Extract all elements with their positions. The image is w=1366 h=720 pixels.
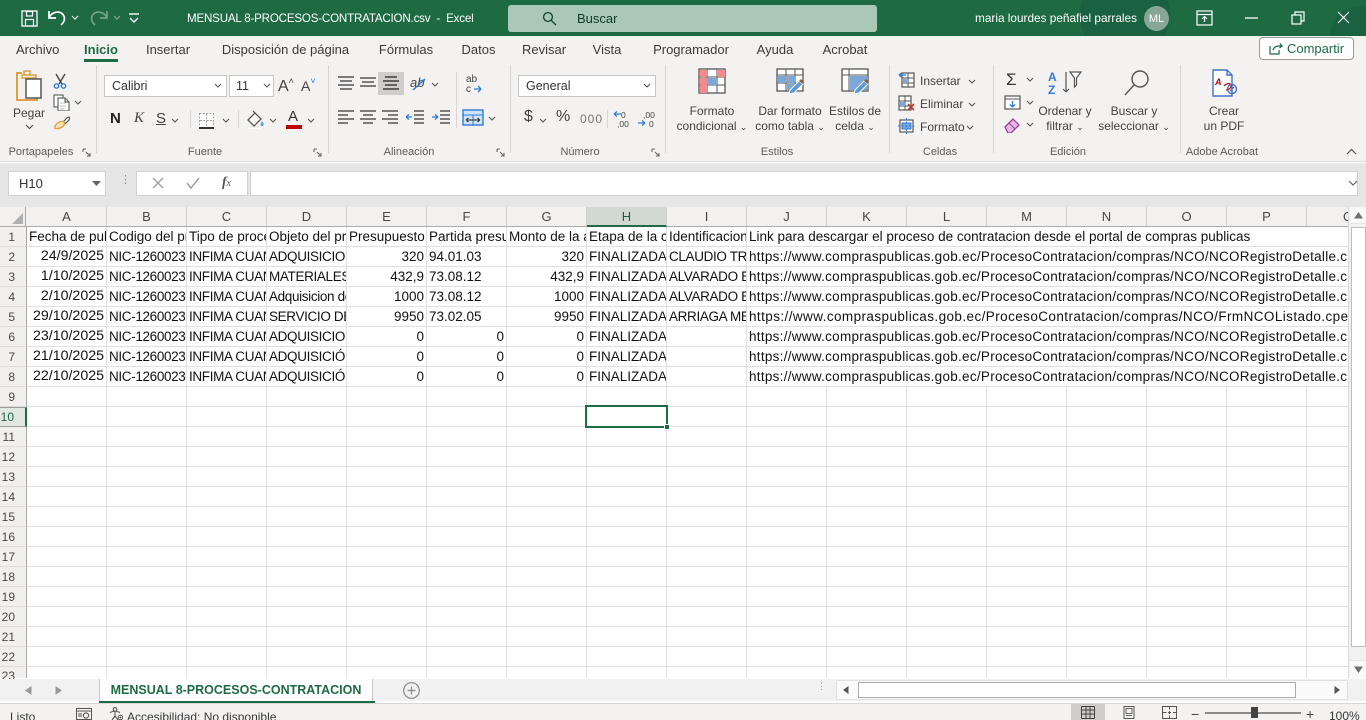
svg-text:0: 0 [649,119,654,128]
svg-text:Z: Z [1048,83,1055,96]
svg-text:A: A [1214,77,1222,87]
svg-text:,00: ,00 [617,119,629,128]
svg-text:c: c [466,84,471,93]
svg-text:ab: ab [410,75,424,90]
svg-text:A: A [1048,70,1057,84]
